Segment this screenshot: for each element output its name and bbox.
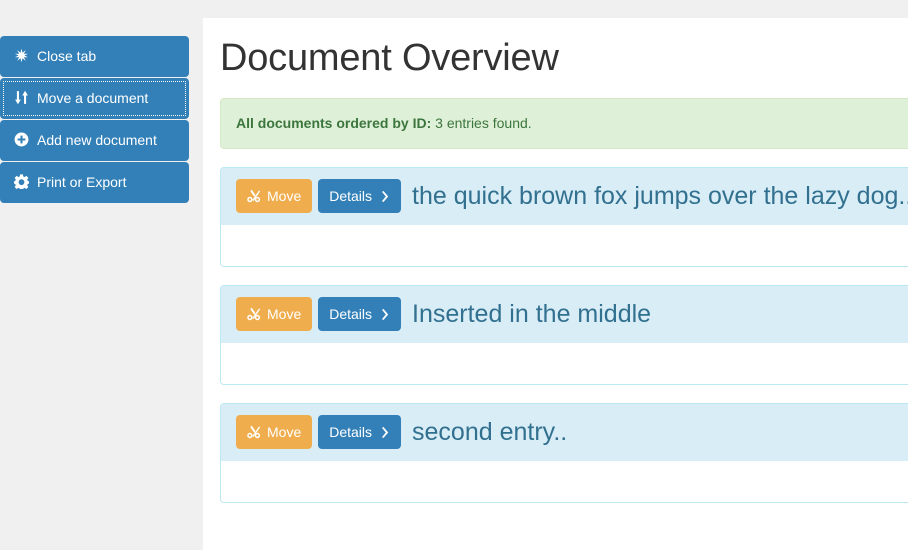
gear-icon (14, 174, 29, 189)
document-panel-body (221, 225, 908, 267)
document-panel-heading: Move Details Inserted in the middle (221, 286, 908, 344)
document-panel-body (221, 461, 908, 503)
sidebar-item-print-or-export[interactable]: Print or Export (0, 162, 189, 203)
details-button-label: Details (329, 188, 373, 205)
sidebar-item-label: Print or Export (37, 174, 127, 190)
move-button-label: Move (267, 306, 302, 323)
details-button-label: Details (329, 306, 373, 323)
sidebar-item-close-tab[interactable]: Close tab (0, 36, 189, 77)
status-alert-strong: All documents ordered by ID: (236, 114, 432, 131)
sidebar-item-add-new-document[interactable]: Add new document (0, 120, 189, 161)
main-content-panel: Document Overview All documents ordered … (203, 18, 908, 550)
move-button-label: Move (267, 188, 302, 205)
sort-updown-icon (14, 90, 29, 105)
sidebar-item-label: Add new document (37, 132, 157, 148)
document-panel-heading: Move Details the quick brown fox jumps o… (221, 168, 908, 226)
document-title: the quick brown fox jumps over the lazy … (412, 181, 908, 210)
document-panel-heading: Move Details second entry.. (221, 404, 908, 462)
document-panel: Move Details Inserted in the middle (220, 285, 908, 386)
sidebar-nav: Close tab Move a document Add new docume… (0, 36, 189, 204)
chevron-right-icon (379, 426, 390, 438)
chevron-right-icon (379, 308, 390, 320)
sidebar-item-label: Close tab (37, 48, 97, 64)
details-button-label: Details (329, 424, 373, 441)
document-panel: Move Details second entry.. (220, 403, 908, 504)
scissors-icon (247, 307, 261, 321)
move-button[interactable]: Move (236, 297, 313, 332)
document-panel-body (221, 343, 908, 385)
sidebar-item-label: Move a document (37, 90, 149, 106)
document-title: Inserted in the middle (412, 299, 652, 328)
document-panel: Move Details the quick brown fox jumps o… (220, 167, 908, 268)
status-alert-text: 3 entries found. (431, 114, 532, 131)
scissors-icon (247, 189, 261, 203)
move-button[interactable]: Move (236, 179, 313, 214)
status-alert: All documents ordered by ID: 3 entries f… (220, 97, 908, 150)
asterisk-icon (14, 48, 29, 63)
plus-circle-icon (14, 132, 29, 147)
details-button[interactable]: Details (318, 179, 402, 214)
document-title: second entry.. (412, 417, 568, 446)
details-button[interactable]: Details (318, 297, 402, 332)
details-button[interactable]: Details (318, 415, 402, 450)
scissors-icon (247, 425, 261, 439)
sidebar-item-move-a-document[interactable]: Move a document (0, 78, 189, 119)
app-window: Close tab Move a document Add new docume… (0, 0, 908, 550)
move-button-label: Move (267, 424, 302, 441)
chevron-right-icon (379, 190, 390, 202)
move-button[interactable]: Move (236, 415, 313, 450)
page-title: Document Overview (220, 37, 559, 79)
